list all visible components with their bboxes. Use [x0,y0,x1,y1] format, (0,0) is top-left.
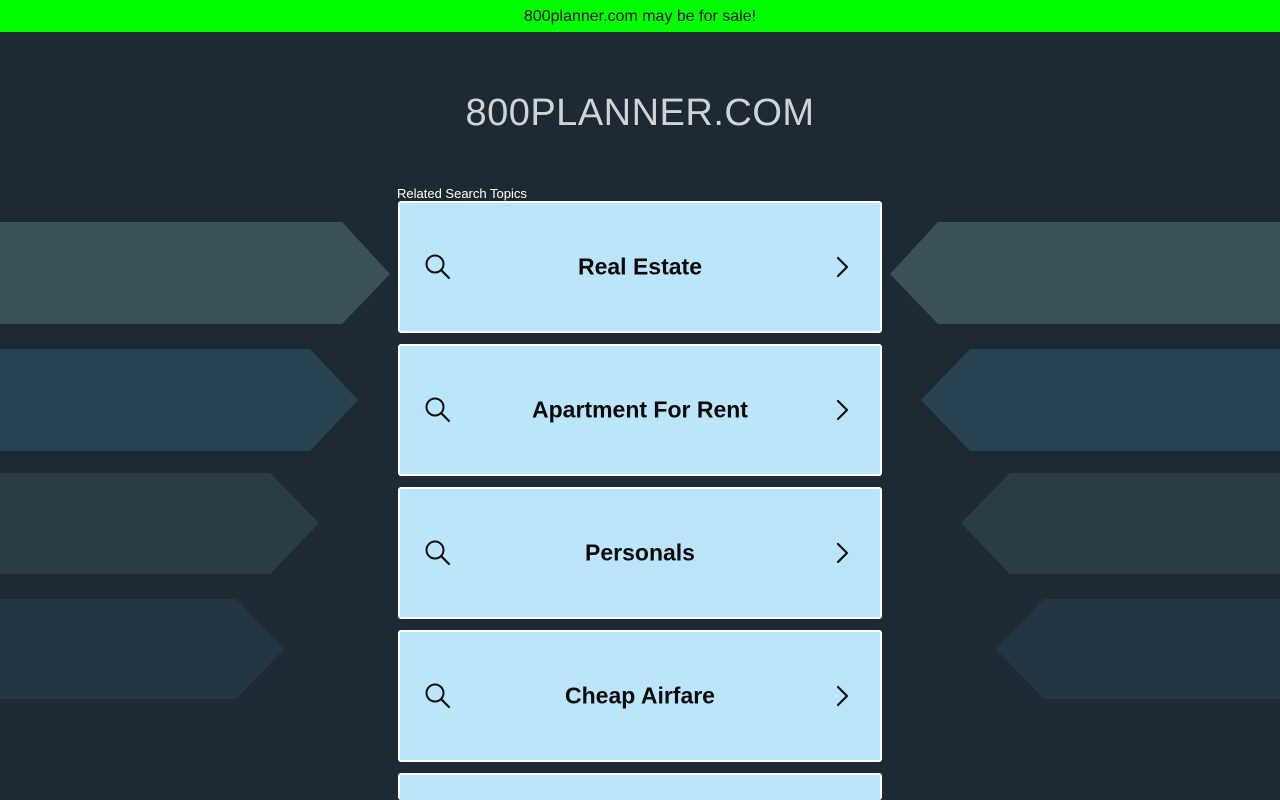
chevron-right-icon [836,685,849,707]
topic-label: Apartment For Rent [532,396,748,423]
topic-link-cheap-airfare[interactable]: Cheap Airfare [398,630,882,762]
search-icon [425,683,451,709]
topic-link-partial[interactable] [398,773,882,800]
left-arrow-shape-2 [0,349,358,451]
search-icon [425,540,451,566]
right-arrow-shape-4 [996,599,1280,699]
domain-for-sale-banner[interactable]: 800planner.com may be for sale! [0,0,1280,32]
search-icon [425,397,451,423]
left-arrow-shape-3 [0,473,319,574]
chevron-right-icon [836,256,849,278]
right-arrow-shape-2 [921,349,1280,451]
topic-label: Cheap Airfare [565,682,715,709]
chevron-right-icon [836,542,849,564]
related-topics-label: Related Search Topics [397,186,527,201]
right-arrow-shape-3 [961,473,1280,574]
topic-link-personals[interactable]: Personals [398,487,882,619]
right-arrow-shape-1 [890,222,1280,324]
site-title: 800PLANNER.COM [465,92,815,134]
left-arrow-shape-1 [0,222,390,324]
sale-banner-text[interactable]: 800planner.com may be for sale! [524,8,756,25]
search-icon [425,254,451,280]
topic-link-apartment-for-rent[interactable]: Apartment For Rent [398,344,882,476]
topic-label: Real Estate [577,253,702,280]
chevron-right-icon [836,399,849,421]
topic-label: Personals [585,539,695,566]
left-arrow-shape-4 [0,599,284,699]
topic-link-real-estate[interactable]: Real Estate [398,201,882,333]
